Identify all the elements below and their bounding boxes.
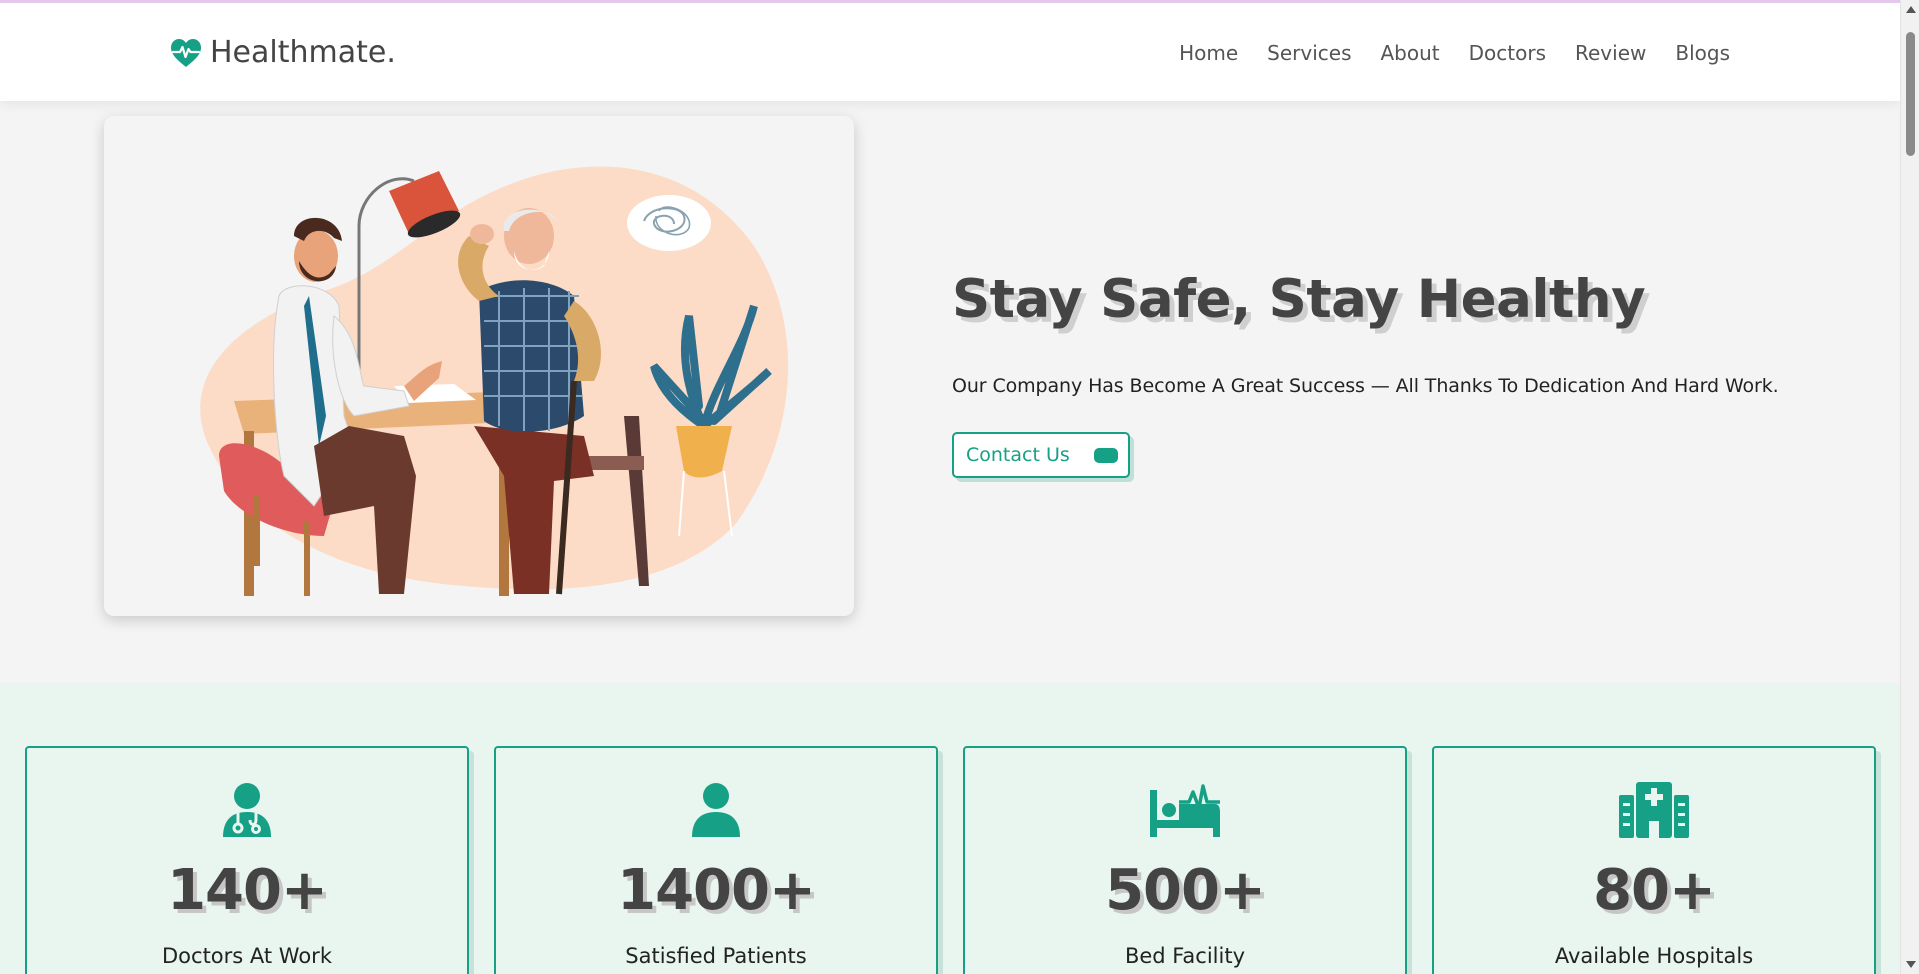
doctor-consultation-illustration xyxy=(200,166,789,596)
hospital-icon xyxy=(1618,780,1690,840)
brand-logo-link[interactable]: Healthmate. xyxy=(170,35,396,70)
hero-illustration xyxy=(104,116,854,616)
stat-value: 1400+ xyxy=(617,858,816,923)
nav-item-services[interactable]: Services xyxy=(1267,41,1351,65)
scrollbar-thumb[interactable] xyxy=(1906,32,1915,156)
stat-value: 500+ xyxy=(1105,858,1266,923)
stat-label: Doctors At Work xyxy=(162,944,332,968)
stat-card-doctors: 140+ Doctors At Work xyxy=(25,746,469,974)
nav-item-blogs[interactable]: Blogs xyxy=(1675,41,1730,65)
nav-item-doctors[interactable]: Doctors xyxy=(1469,41,1546,65)
stat-card-patients: 1400+ Satisfied Patients xyxy=(494,746,938,974)
hero-title: Stay Safe, Stay Healthy xyxy=(952,269,1646,330)
page: Healthmate. Home Services About Doctors … xyxy=(0,0,1900,974)
scroll-up-arrow-icon[interactable] xyxy=(1906,6,1916,13)
bed-pulse-icon xyxy=(1149,780,1221,840)
vertical-scrollbar[interactable] xyxy=(1900,0,1919,974)
stat-card-beds: 500+ Bed Facility xyxy=(963,746,1407,974)
site-header: Healthmate. Home Services About Doctors … xyxy=(0,3,1900,101)
scroll-down-arrow-icon[interactable] xyxy=(1906,961,1916,968)
heartbeat-icon xyxy=(171,38,201,67)
button-pill-icon xyxy=(1094,448,1118,463)
brand-name: Healthmate. xyxy=(210,35,396,70)
main-nav: Home Services About Doctors Review Blogs xyxy=(1179,41,1730,65)
user-icon xyxy=(680,780,752,840)
stat-card-hospitals: 80+ Available Hospitals xyxy=(1432,746,1876,974)
stat-label: Available Hospitals xyxy=(1554,944,1754,968)
doctor-icon xyxy=(211,780,283,840)
hero-subtitle: Our Company Has Become A Great Success —… xyxy=(952,375,1779,397)
stat-value: 80+ xyxy=(1593,858,1716,923)
stat-label: Satisfied Patients xyxy=(625,944,807,968)
stat-value: 140+ xyxy=(167,858,328,923)
nav-item-about[interactable]: About xyxy=(1381,41,1440,65)
stat-label: Bed Facility xyxy=(1124,944,1246,968)
nav-item-home[interactable]: Home xyxy=(1179,41,1238,65)
nav-item-review[interactable]: Review xyxy=(1575,41,1646,65)
contact-us-label: Contact Us xyxy=(966,444,1070,466)
stats-section: 140+ Doctors At Work 1400+ Satisfied Pat… xyxy=(0,683,1900,974)
contact-us-button[interactable]: Contact Us xyxy=(952,432,1130,478)
